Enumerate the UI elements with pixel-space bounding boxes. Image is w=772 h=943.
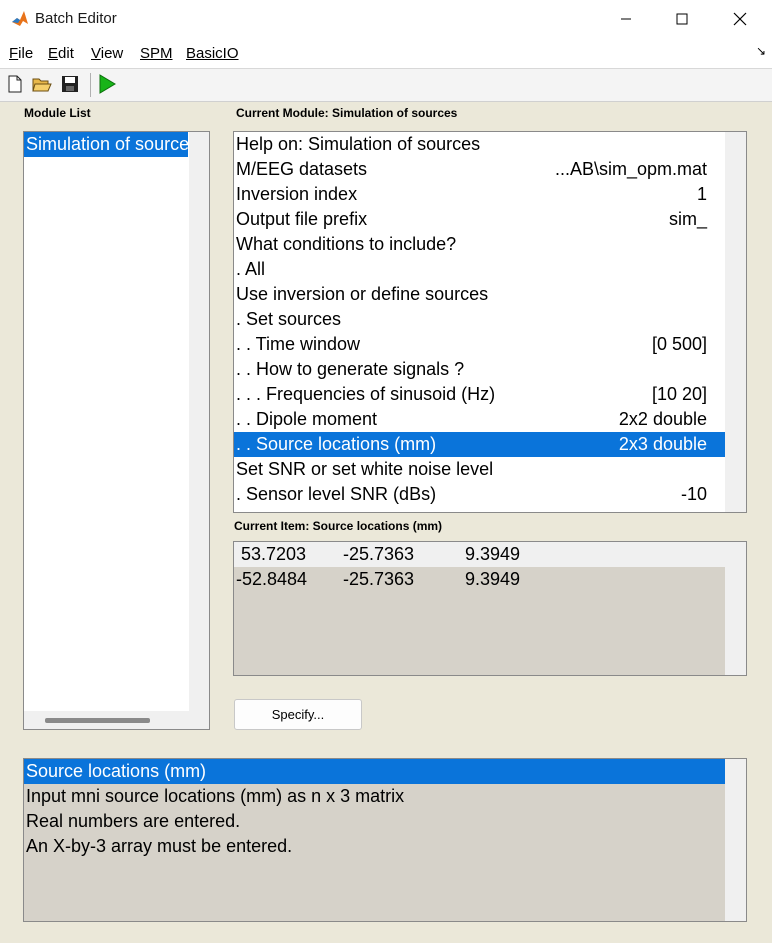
module-row[interactable]: . . Dipole moment 2x2 double [234,407,725,432]
module-list-label: Module List [24,106,91,120]
matrix-cell: 53.7203 [241,544,307,564]
module-row-label: . . How to generate signals ? [236,359,465,379]
hscroll-thumb[interactable] [45,718,150,723]
new-file-icon[interactable] [4,73,26,95]
toolbar-separator [90,73,91,97]
matrix-cell: -25.7363 [343,569,415,589]
minimize-icon[interactable] [598,0,654,38]
module-row[interactable]: Use inversion or define sources [234,282,725,307]
maximize-icon[interactable] [654,0,710,38]
window-title: Batch Editor [35,10,117,27]
help-vscroll[interactable] [725,759,746,921]
module-row-value: -10 [680,484,707,504]
matrix-row[interactable]: 53.7203 -25.7363 9.3949 [234,542,725,567]
module-row[interactable]: . . . Frequencies of sinusoid (Hz) [10 20… [234,382,725,407]
run-icon[interactable] [96,73,118,95]
help-line: Real numbers are entered. [26,811,241,831]
module-row-label: . . Source locations (mm) [236,434,437,454]
module-row[interactable]: Help on: Simulation of sources [234,132,725,157]
title-bar: Batch Editor [0,0,772,39]
module-list[interactable]: Simulation of sources [23,131,210,730]
help-title-row: Source locations (mm) [24,759,725,784]
menu-dock-arrow-icon[interactable]: ↘ [756,44,766,58]
module-row-label: Use inversion or define sources [236,284,489,304]
module-row-value: 2x2 double [618,409,707,429]
module-list-item-label: Simulation of sources [26,134,188,154]
matrix-cell: 9.3949 [465,544,521,564]
module-row-value: ...AB\sim_opm.mat [554,159,707,179]
toolbar [0,69,772,102]
module-row-value: 1 [696,184,707,204]
module-row-value: 2x3 double [618,434,707,454]
help-line: An X-by-3 array must be entered. [26,836,293,856]
module-row[interactable]: . Sensor level SNR (dBs) -10 [234,482,725,507]
module-row-label: Help on: Simulation of sources [236,134,481,154]
module-list-hscroll[interactable] [24,711,209,729]
matrix-cell: 9.3949 [465,569,521,589]
specify-button[interactable]: Specify... [234,699,362,730]
save-icon[interactable] [59,73,81,95]
current-item-vscroll[interactable] [725,542,746,675]
matlab-icon [10,9,30,29]
module-row-label: . . Time window [236,334,361,354]
help-line: Input mni source locations (mm) as n x 3… [26,786,405,806]
current-module-list[interactable]: Help on: Simulation of sources M/EEG data… [233,131,747,513]
module-row[interactable]: Inversion index 1 [234,182,725,207]
close-icon[interactable] [712,0,768,38]
module-row-label: M/EEG datasets [236,159,368,179]
module-row[interactable]: M/EEG datasets ...AB\sim_opm.mat [234,157,725,182]
module-row-label: . All [236,259,266,279]
module-list-item[interactable]: Simulation of sources [24,132,188,157]
menu-edit[interactable]: Edit [48,45,74,62]
module-row[interactable]: Set SNR or set white noise level [234,457,725,482]
menu-view[interactable]: View [91,45,123,62]
module-row-label: Set SNR or set white noise level [236,459,494,479]
module-row[interactable]: . Set sources [234,307,725,332]
module-row-label: . Set sources [236,309,342,329]
module-row-label: What conditions to include? [236,234,457,254]
help-panel[interactable]: Source locations (mm) Input mni source l… [23,758,747,922]
module-row-label: Inversion index [236,184,358,204]
module-row-value: [10 20] [651,384,707,404]
menu-file[interactable]: File [9,45,33,62]
module-row[interactable]: Output file prefix sim_ [234,207,725,232]
current-module-label: Current Module: Simulation of sources [236,106,458,120]
matrix-row[interactable]: -52.8484 -25.7363 9.3949 [234,567,725,592]
matrix-cell: -52.8484 [236,569,308,589]
module-row-label: . . . Frequencies of sinusoid (Hz) [236,384,496,404]
module-row-value: sim_ [668,209,707,229]
help-title: Source locations (mm) [26,761,207,781]
current-module-vscroll[interactable] [725,132,746,512]
module-row[interactable]: . . How to generate signals ? [234,357,725,382]
module-list-vscroll[interactable] [189,132,209,711]
menu-bar: File Edit View SPM BasicIO ↘ [0,38,772,69]
module-row-label: . Sensor level SNR (dBs) [236,484,437,504]
module-row-value: [0 500] [651,334,707,354]
module-row[interactable]: . All [234,257,725,282]
open-folder-icon[interactable] [31,73,53,95]
module-row[interactable]: . . Source locations (mm) 2x3 double [234,432,725,457]
module-row[interactable]: What conditions to include? [234,232,725,257]
module-row-label: Output file prefix [236,209,368,229]
matrix-cell: -25.7363 [343,544,415,564]
current-item-matrix[interactable]: 53.7203 -25.7363 9.3949 -52.8484 -25.736… [233,541,747,676]
module-row[interactable]: . . Time window [0 500] [234,332,725,357]
menu-basicio[interactable]: BasicIO [186,45,239,62]
menu-spm[interactable]: SPM [140,45,173,62]
module-row-label: . . Dipole moment [236,409,378,429]
current-item-label: Current Item: Source locations (mm) [234,519,443,533]
